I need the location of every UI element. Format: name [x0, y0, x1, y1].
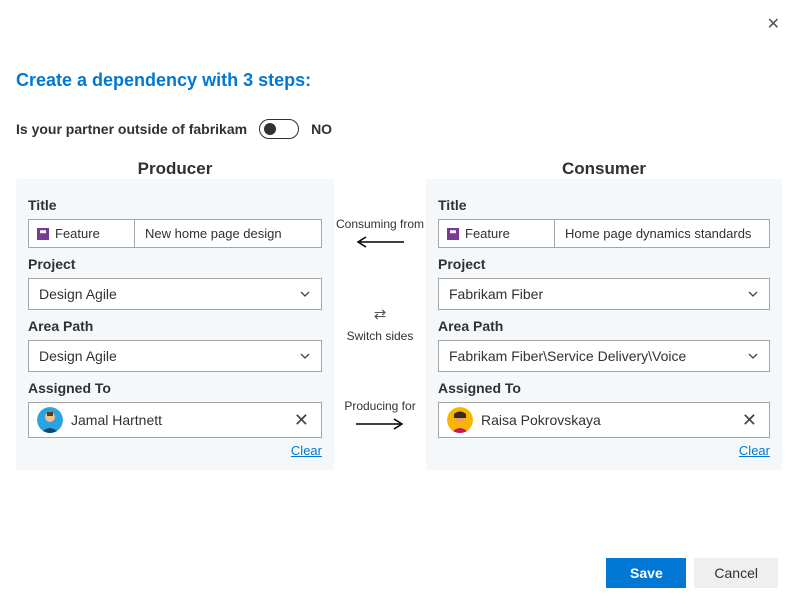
switch-sides-label: Switch sides — [347, 329, 414, 343]
producer-clear-link[interactable]: Clear — [291, 443, 322, 458]
producing-for-label: Producing for — [344, 399, 415, 413]
partner-question-prefix: Is your partner outside of — [16, 121, 189, 137]
switch-sides-button[interactable]: ⇄ Switch sides — [347, 305, 414, 343]
producer-assignee-name: Jamal Hartnett — [71, 412, 282, 428]
producer-assignee-field[interactable]: Jamal Hartnett ✕ — [28, 402, 322, 438]
swap-icon: ⇄ — [374, 305, 387, 323]
consumer-assigned-label: Assigned To — [438, 380, 770, 396]
consumer-area-value: Fabrikam Fiber\Service Delivery\Voice — [449, 348, 686, 364]
save-button[interactable]: Save — [606, 558, 686, 588]
producer-assigned-label: Assigned To — [28, 380, 322, 396]
partner-org: fabrikam — [189, 121, 247, 137]
consumer-title-label: Title — [438, 197, 770, 213]
chevron-down-icon — [299, 350, 311, 362]
feature-icon — [37, 228, 49, 240]
producer-area-label: Area Path — [28, 318, 322, 334]
producer-project-label: Project — [28, 256, 322, 272]
avatar — [37, 407, 63, 433]
toggle-knob — [264, 123, 276, 135]
consumer-project-label: Project — [438, 256, 770, 272]
arrow-left-icon — [354, 235, 406, 249]
partner-question-row: Is your partner outside of fabrikam NO — [0, 91, 798, 139]
avatar — [447, 407, 473, 433]
consumer-assignee-name: Raisa Pokrovskaya — [481, 412, 730, 428]
producer-area-value: Design Agile — [39, 348, 117, 364]
producer-title-input[interactable]: New home page design — [134, 219, 322, 248]
producer-type-text: Feature — [55, 226, 100, 241]
consumer-area-select[interactable]: Fabrikam Fiber\Service Delivery\Voice — [438, 340, 770, 372]
producer-panel: Producer Title Feature New home page des… — [16, 179, 334, 470]
partner-toggle[interactable] — [259, 119, 299, 139]
feature-icon — [447, 228, 459, 240]
close-icon[interactable]: ✕ — [767, 14, 780, 34]
chevron-down-icon — [747, 288, 759, 300]
consumer-panel: Consumer Title Feature Home page dynamic… — [426, 179, 782, 470]
cancel-button[interactable]: Cancel — [694, 558, 778, 588]
consumer-type-text: Feature — [465, 226, 510, 241]
producer-project-select[interactable]: Design Agile — [28, 278, 322, 310]
page-title: Create a dependency with 3 steps: — [0, 0, 798, 91]
producer-type-select[interactable]: Feature — [28, 219, 134, 248]
chevron-down-icon — [299, 288, 311, 300]
consumer-assignee-field[interactable]: Raisa Pokrovskaya ✕ — [438, 402, 770, 438]
consumer-project-select[interactable]: Fabrikam Fiber — [438, 278, 770, 310]
consumer-project-value: Fabrikam Fiber — [449, 286, 543, 302]
middle-column: Consuming from ⇄ Switch sides Producing … — [334, 179, 426, 470]
producer-title-label: Title — [28, 197, 322, 213]
producer-heading: Producer — [28, 159, 322, 179]
consumer-clear-link[interactable]: Clear — [739, 443, 770, 458]
consumer-type-select[interactable]: Feature — [438, 219, 554, 248]
consumer-area-label: Area Path — [438, 318, 770, 334]
producer-area-select[interactable]: Design Agile — [28, 340, 322, 372]
producer-project-value: Design Agile — [39, 286, 117, 302]
clear-assignee-icon[interactable]: ✕ — [290, 410, 313, 431]
consuming-from-label: Consuming from — [336, 217, 424, 231]
partner-toggle-value: NO — [311, 121, 332, 137]
chevron-down-icon — [747, 350, 759, 362]
clear-assignee-icon[interactable]: ✕ — [738, 410, 761, 431]
arrow-right-icon — [354, 417, 406, 431]
partner-question-text: Is your partner outside of fabrikam — [16, 121, 247, 137]
consumer-heading: Consumer — [438, 159, 770, 179]
consumer-title-input[interactable]: Home page dynamics standards — [554, 219, 770, 248]
